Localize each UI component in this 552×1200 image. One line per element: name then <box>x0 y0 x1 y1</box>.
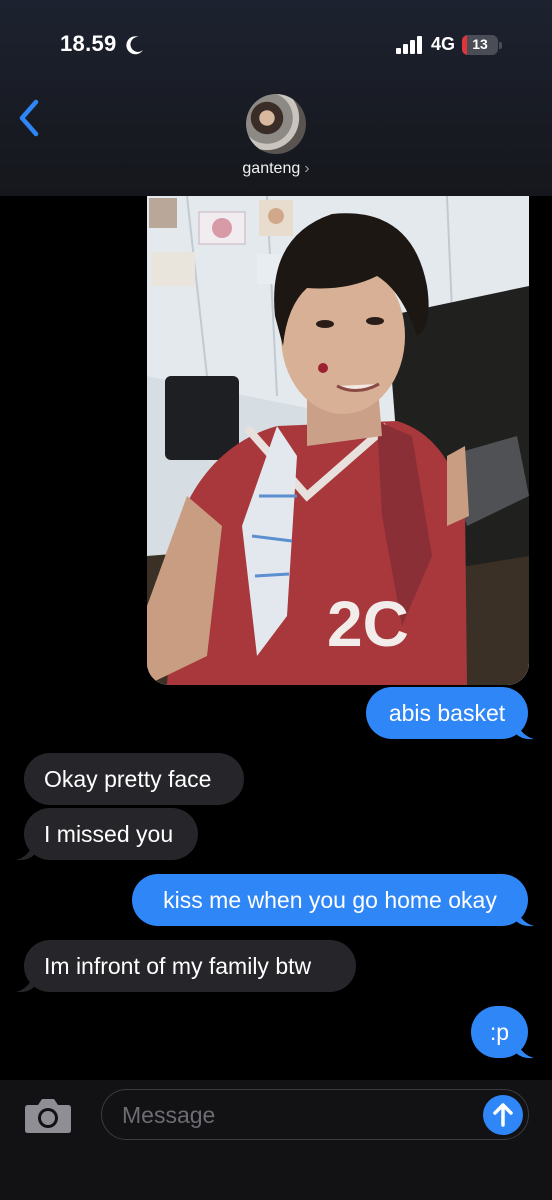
send-button[interactable] <box>483 1095 523 1135</box>
battery-percentage: 13 <box>472 36 488 52</box>
message-placeholder: Message <box>122 1102 216 1128</box>
battery-indicator: 13 <box>462 35 502 55</box>
bubble-tail <box>16 843 34 861</box>
message-bubble-received[interactable]: I missed you <box>24 808 198 860</box>
chevron-right-icon: › <box>304 160 310 177</box>
message-bubble-sent[interactable]: kiss me when you go home okay <box>132 874 528 926</box>
bubble-tail <box>516 722 534 740</box>
photo-image: 2C <box>147 196 529 685</box>
message-text: kiss me when you go home okay <box>163 887 497 913</box>
contact-name-button[interactable]: ganteng › <box>0 160 552 178</box>
bubble-tail <box>16 975 34 993</box>
photo-message[interactable]: 2C <box>147 196 529 685</box>
message-bubble-received[interactable]: Okay pretty face <box>24 753 244 805</box>
camera-icon[interactable] <box>24 1096 72 1134</box>
contact-avatar[interactable] <box>246 94 306 154</box>
contact-name: ganteng <box>242 160 301 177</box>
message-bubble-sent[interactable]: abis basket <box>366 687 528 739</box>
chat-header: 18.59 4G 13 ganteng › <box>0 0 552 196</box>
message-bubble-received[interactable]: Im infront of my family btw <box>24 940 356 992</box>
signal-bars-icon <box>396 36 422 54</box>
arrow-up-icon <box>493 1103 513 1127</box>
message-input[interactable]: Message <box>101 1089 529 1140</box>
message-text: Okay pretty face <box>44 766 212 792</box>
message-text: abis basket <box>388 700 506 726</box>
message-text: I missed you <box>44 821 174 847</box>
network-type: 4G <box>431 34 456 54</box>
message-text: :p <box>489 1019 510 1045</box>
bubble-tail <box>516 909 534 927</box>
svg-text:2C: 2C <box>327 588 409 660</box>
moon-icon <box>126 36 143 55</box>
chevron-left-icon[interactable] <box>14 96 46 140</box>
bubble-tail <box>516 1041 534 1059</box>
status-time: 18.59 <box>60 31 117 56</box>
message-text: Im infront of my family btw <box>44 953 312 979</box>
